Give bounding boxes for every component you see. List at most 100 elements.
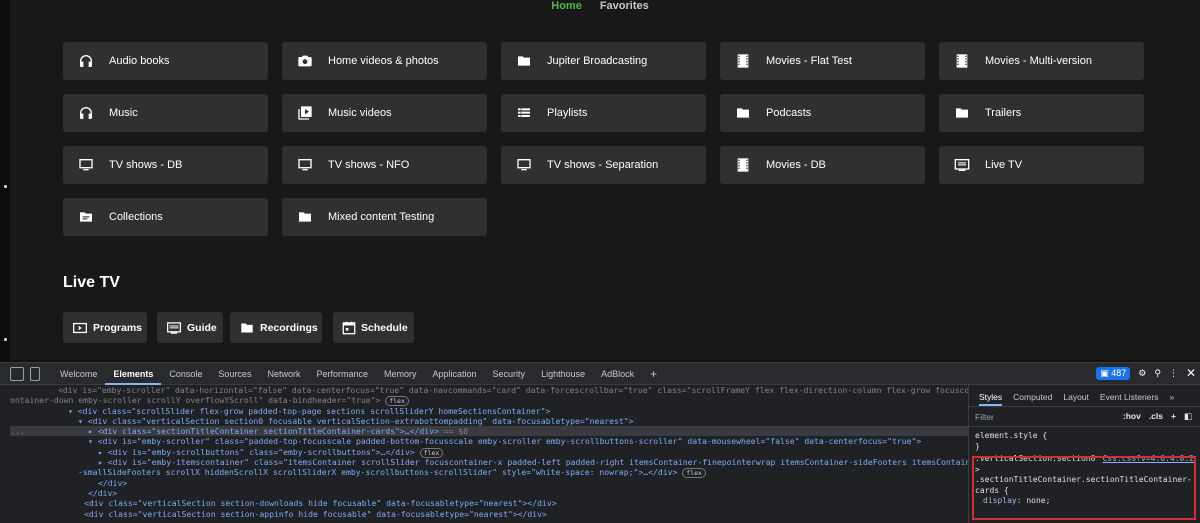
dom-line-selected[interactable]: ... ▸ <div class="sectionTitleContainer s… [10, 426, 968, 437]
film-icon [949, 51, 975, 71]
new-rule-button[interactable]: + [1171, 411, 1176, 422]
tab-favorites[interactable]: Favorites [600, 0, 649, 16]
dom-line[interactable]: <div class="verticalSection section-appi… [10, 509, 968, 519]
dom-line[interactable]: ▸ <div is="emby-scrollbuttons" class="em… [10, 447, 968, 458]
library-playlists[interactable]: Playlists [501, 94, 706, 132]
library-music-videos[interactable]: Music videos [282, 94, 487, 132]
library-label: Jupiter Broadcasting [547, 55, 648, 67]
dom-line[interactable]: <div is="emby-scroller" data-horizontal=… [10, 385, 968, 395]
tab-styles[interactable]: Styles [979, 392, 1003, 406]
customize-icon[interactable]: ⚲ [1154, 368, 1161, 379]
hov-toggle[interactable]: :hov [1123, 411, 1141, 422]
settings-gear-icon[interactable]: ⚙ [1138, 368, 1146, 379]
library-label: Audio books [109, 55, 170, 67]
live-tv-icon [72, 320, 88, 336]
elements-dom-tree[interactable]: <div is="emby-scroller" data-horizontal=… [10, 385, 968, 523]
tab-console[interactable]: Console [161, 369, 210, 379]
top-nav: Home Favorites [0, 0, 1200, 16]
library-home-videos[interactable]: Home videos & photos [282, 42, 487, 80]
live-tv-heading: Live TV [63, 274, 120, 291]
issues-badge[interactable]: ▣ 487 [1096, 366, 1131, 380]
library-trailers[interactable]: Trailers [939, 94, 1144, 132]
folder-icon [511, 51, 537, 71]
tab-adblock[interactable]: AdBlock [593, 369, 642, 379]
dom-line[interactable]: <div class="verticalSection section-down… [10, 498, 968, 508]
library-movies-flat-test[interactable]: Movies - Flat Test [720, 42, 925, 80]
tv-icon [511, 155, 537, 175]
headphones-icon [73, 51, 99, 71]
library-audio-books[interactable]: Audio books [63, 42, 268, 80]
library-jupiter-broadcasting[interactable]: Jupiter Broadcasting [501, 42, 706, 80]
tab-home[interactable]: Home [551, 0, 582, 16]
tab-performance[interactable]: Performance [308, 369, 376, 379]
dom-line[interactable]: -smallSideFooters scrollX hiddenScrollX … [10, 467, 968, 479]
dom-line[interactable]: ▾ <div class="verticalSection section0 f… [10, 416, 968, 426]
library-collections[interactable]: Collections [63, 198, 268, 236]
edge-mark [4, 338, 7, 341]
schedule-button[interactable]: Schedule [333, 312, 414, 343]
library-music[interactable]: Music [63, 94, 268, 132]
guide-button[interactable]: Guide [157, 312, 223, 343]
tab-sources[interactable]: Sources [210, 369, 259, 379]
dom-line[interactable]: ▸ <div is="emby-itemscontainer" class="i… [10, 457, 968, 467]
inspect-element-icon[interactable] [10, 366, 24, 381]
tv-icon [73, 155, 99, 175]
devtools-toolbar-right: ▣ 487 ⚙ ⚲ ⋮ ✕ [1096, 366, 1196, 380]
device-toolbar-icon[interactable] [30, 366, 40, 381]
live-tv-icon [949, 155, 975, 175]
library-live-tv[interactable]: Live TV [939, 146, 1144, 184]
cls-toggle[interactable]: .cls [1149, 411, 1163, 422]
dom-line[interactable]: ▾ <div is="emby-scroller" class="padded-… [10, 436, 968, 446]
tv-icon [292, 155, 318, 175]
programs-button[interactable]: Programs [63, 312, 147, 343]
library-label: TV shows - Separation [547, 159, 659, 171]
toggle-sidebar-icon[interactable]: ◧ [1184, 411, 1192, 422]
close-icon[interactable]: ✕ [1186, 366, 1196, 380]
video-library-icon [292, 103, 318, 123]
filter-input[interactable]: Filter [975, 412, 994, 422]
styles-filter-bar: Filter :hov .cls + ◧ [969, 407, 1200, 427]
library-tv-shows-nfo[interactable]: TV shows - NFO [282, 146, 487, 184]
more-options-icon[interactable]: ⋮ [1169, 368, 1178, 379]
dom-line[interactable]: ▾ <div class="scrollSlider flex-grow pad… [10, 406, 968, 416]
library-label: Home videos & photos [328, 55, 439, 67]
guide-label: Guide [187, 321, 217, 334]
tab-computed[interactable]: Computed [1013, 392, 1052, 406]
tab-lighthouse[interactable]: Lighthouse [533, 369, 593, 379]
library-label: Live TV [985, 159, 1023, 171]
library-tv-shows-separation[interactable]: TV shows - Separation [501, 146, 706, 184]
element-style-rule[interactable]: element.style { [975, 431, 1194, 442]
emby-app: Home Favorites Audio books Home videos &… [0, 0, 1200, 360]
more-tabs-icon[interactable]: » [1170, 392, 1175, 406]
devtools-tabbar: Welcome Elements Console Sources Network… [0, 363, 1200, 385]
tab-welcome[interactable]: Welcome [52, 369, 105, 379]
playlist-icon [511, 103, 537, 123]
recordings-button[interactable]: Recordings [230, 312, 322, 343]
tab-network[interactable]: Network [259, 369, 308, 379]
tab-elements[interactable]: Elements [105, 363, 162, 385]
library-tv-shows-db[interactable]: TV shows - DB [63, 146, 268, 184]
library-label: Collections [109, 211, 163, 223]
tab-layout[interactable]: Layout [1063, 392, 1089, 406]
tab-memory[interactable]: Memory [376, 369, 425, 379]
tab-application[interactable]: Application [425, 369, 485, 379]
library-movies-multi-version[interactable]: Movies - Multi-version [939, 42, 1144, 80]
film-icon [730, 155, 756, 175]
library-label: Trailers [985, 107, 1022, 119]
dom-line[interactable]: </div> [10, 478, 968, 488]
add-tab-icon[interactable]: + [642, 367, 665, 381]
library-podcasts[interactable]: Podcasts [720, 94, 925, 132]
library-label: Movies - Flat Test [766, 55, 852, 67]
issues-count: 487 [1111, 367, 1127, 378]
library-label: Mixed content Testing [328, 211, 435, 223]
folder-icon [239, 320, 255, 336]
guide-icon [166, 320, 182, 336]
dom-line[interactable]: </div> [10, 488, 968, 498]
library-movies-db[interactable]: Movies - DB [720, 146, 925, 184]
dom-line[interactable]: ontainer-down emby-scroller scrollY over… [10, 395, 968, 407]
library-mixed-content[interactable]: Mixed content Testing [282, 198, 487, 236]
tab-security[interactable]: Security [485, 369, 534, 379]
library-label: TV shows - DB [109, 159, 183, 171]
tab-event-listeners[interactable]: Event Listeners [1100, 392, 1159, 406]
rule-close: } [975, 441, 980, 451]
